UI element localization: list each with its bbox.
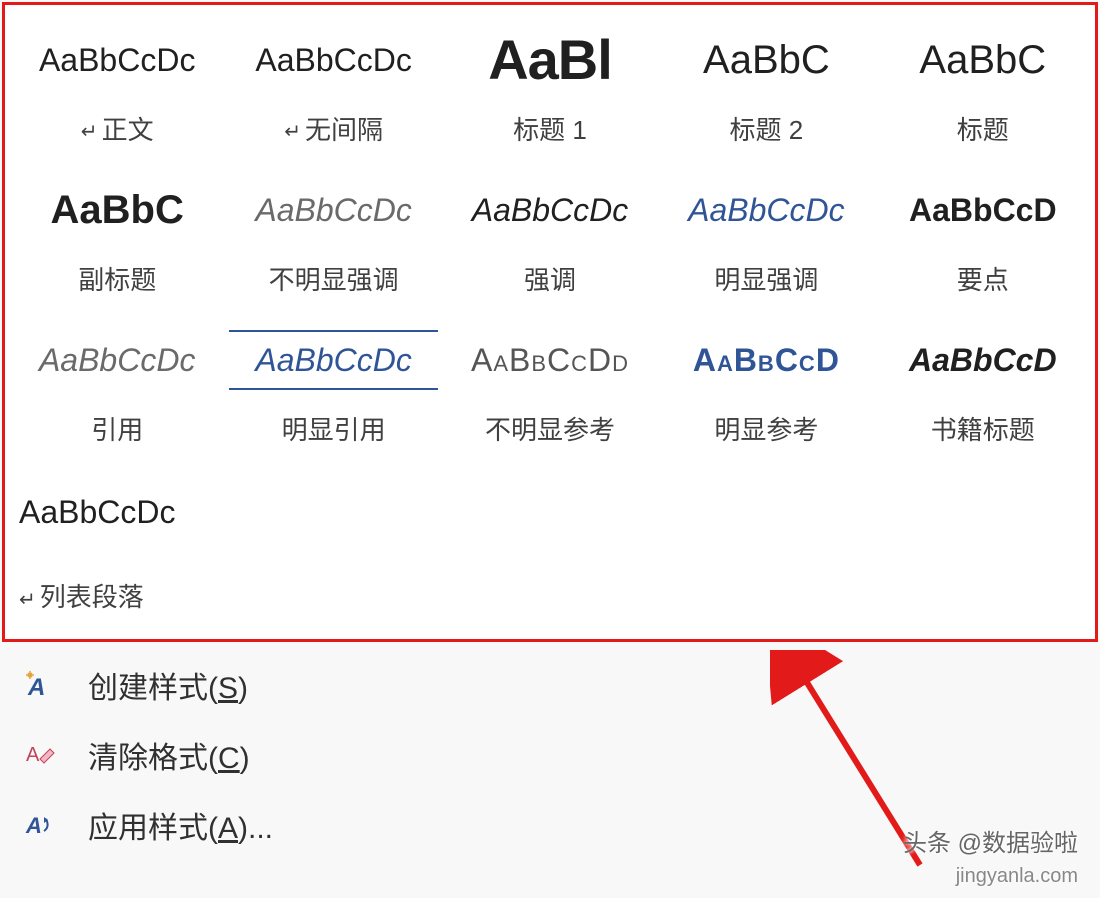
pilcrow-icon: ↵ — [284, 121, 301, 143]
style-preview: AaBbCcDc — [13, 30, 221, 90]
style-item-book-title[interactable]: AaBbCcD 书籍标题 — [875, 313, 1091, 463]
style-label: 不明显参考 — [485, 410, 615, 447]
style-item-no-spacing[interactable]: AaBbCcDc ↵无间隔 — [225, 13, 441, 163]
pilcrow-icon: ↵ — [81, 121, 98, 143]
style-preview: AaBbC — [13, 180, 221, 240]
style-label: 不明显强调 — [269, 260, 399, 297]
style-preview: AaBbC — [879, 30, 1087, 90]
style-label: 明显参考 — [714, 410, 818, 447]
style-item-strong[interactable]: AaBbCcD 要点 — [875, 163, 1091, 313]
style-preview: AaBbCcDc — [446, 180, 654, 240]
style-preview: AaBbCcD — [879, 330, 1087, 390]
apply-style-icon: A — [20, 809, 60, 841]
styles-gallery-highlight: AaBbCcDc ↵正文 AaBbCcDc ↵无间隔 AaBl 标题 1 AaBbC 标题 2… — [2, 2, 1098, 642]
style-item-heading-2[interactable]: AaBbC 标题 2 — [658, 13, 874, 163]
style-preview: AaBbCcD — [879, 180, 1087, 240]
style-preview: AaBbCcDc — [229, 30, 437, 90]
style-label: 明显引用 — [282, 410, 386, 447]
style-item-normal[interactable]: AaBbCcDc ↵正文 — [9, 13, 225, 163]
watermark-author: 头条 @数据验啦 — [903, 823, 1078, 858]
style-item-intense-emph[interactable]: AaBbCcDc 明显强调 — [658, 163, 874, 313]
style-label: 明显强调 — [714, 260, 818, 297]
clear-formatting-label: 清除格式(C) — [88, 733, 250, 777]
style-label: 要点 — [957, 260, 1009, 297]
style-preview: AaBbCcDc — [13, 330, 221, 390]
style-label: 副标题 — [78, 260, 156, 297]
style-label: 标题 1 — [513, 110, 587, 147]
create-style-menu-item[interactable]: A 创建样式(S) — [18, 650, 1078, 720]
style-label: 书籍标题 — [931, 410, 1035, 447]
style-label: 标题 2 — [730, 110, 804, 147]
style-item-quote[interactable]: AaBbCcDc 引用 — [9, 313, 225, 463]
create-style-icon: A — [20, 669, 60, 701]
style-preview: AaBl — [446, 30, 654, 90]
pilcrow-icon: ↵ — [19, 589, 36, 611]
create-style-label: 创建样式(S) — [88, 663, 248, 707]
style-preview: AaBbCcD — [662, 330, 870, 390]
style-item-title[interactable]: AaBbC 标题 — [875, 13, 1091, 163]
style-item-intense-quote[interactable]: AaBbCcDc 明显引用 — [225, 313, 441, 463]
style-preview: AaBbCcDc — [229, 330, 437, 390]
style-item-subtitle[interactable]: AaBbC 副标题 — [9, 163, 225, 313]
style-preview: AaBbCcDc — [662, 180, 870, 240]
apply-style-label: 应用样式(A)... — [88, 803, 273, 847]
styles-grid: AaBbCcDc ↵正文 AaBbCcDc ↵无间隔 AaBl 标题 1 AaBbC 标题 2… — [9, 13, 1091, 613]
style-preview: AaBbCcDd — [446, 330, 654, 390]
svg-text:A: A — [26, 744, 40, 766]
clear-formatting-menu-item[interactable]: A 清除格式(C) — [18, 720, 1078, 790]
style-item-heading-1[interactable]: AaBl 标题 1 — [442, 13, 658, 163]
style-preview: AaBbCcDc — [19, 482, 221, 542]
style-preview: AaBbCcDc — [229, 180, 437, 240]
watermark-site: jingyanla.com — [956, 865, 1078, 888]
style-preview: AaBbC — [662, 30, 870, 90]
style-label: ↵无间隔 — [284, 110, 383, 147]
style-item-subtle-ref[interactable]: AaBbCcDd 不明显参考 — [442, 313, 658, 463]
clear-formatting-icon: A — [20, 739, 60, 771]
style-label: ↵列表段落 — [19, 577, 144, 614]
style-item-intense-ref[interactable]: AaBbCcD 明显参考 — [658, 313, 874, 463]
style-label: 强调 — [524, 260, 576, 297]
style-label: 标题 — [957, 110, 1009, 147]
style-item-emphasis[interactable]: AaBbCcDc 强调 — [442, 163, 658, 313]
svg-text:A: A — [25, 813, 42, 838]
style-label: 引用 — [91, 410, 143, 447]
style-item-subtle-emph[interactable]: AaBbCcDc 不明显强调 — [225, 163, 441, 313]
style-item-list-paragraph[interactable]: AaBbCcDc ↵列表段落 — [9, 463, 225, 633]
style-label: ↵正文 — [81, 110, 154, 147]
